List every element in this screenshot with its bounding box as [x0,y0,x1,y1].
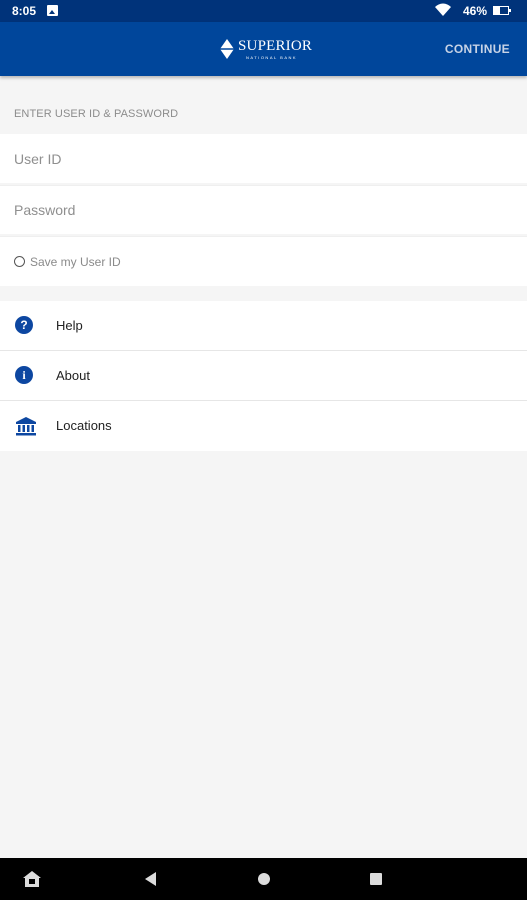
save-user-id-row[interactable]: Save my User ID [0,236,527,286]
app-bar: SUPERIOR NATIONAL BANK CONTINUE [0,22,527,76]
help-icon: ? [15,316,35,336]
battery-percentage: 46% [463,4,488,18]
menu-list: ? Help i About Locations [0,301,527,451]
save-user-id-radio[interactable] [14,256,25,267]
user-id-input[interactable] [0,134,527,183]
back-button[interactable] [145,872,156,886]
login-section-label: ENTER USER ID & PASSWORD [14,108,179,120]
menu-item-help[interactable]: ? Help [0,301,527,351]
logo-diamond-icon [220,39,234,59]
battery-icon [493,6,511,15]
menu-item-label: About [56,368,90,383]
system-navigation-bar [0,858,527,900]
save-user-id-label: Save my User ID [30,255,121,269]
continue-button[interactable]: CONTINUE [445,42,510,56]
logo-subtext: NATIONAL BANK [246,55,298,60]
menu-item-about[interactable]: i About [0,351,527,401]
home-lock-icon[interactable] [23,871,41,887]
wifi-icon [435,3,451,16]
menu-item-label: Help [56,318,83,333]
recent-apps-button[interactable] [370,873,382,885]
home-button[interactable] [258,873,270,885]
menu-item-label: Locations [56,418,112,433]
status-bar: 8:05 46% [0,0,527,22]
menu-item-locations[interactable]: Locations [0,401,527,451]
logo-text: SUPERIOR [238,38,313,54]
image-notification-icon [47,5,58,16]
info-icon: i [15,366,35,386]
status-time: 8:05 [12,4,37,18]
bank-icon [15,416,36,436]
password-input[interactable] [0,185,527,234]
